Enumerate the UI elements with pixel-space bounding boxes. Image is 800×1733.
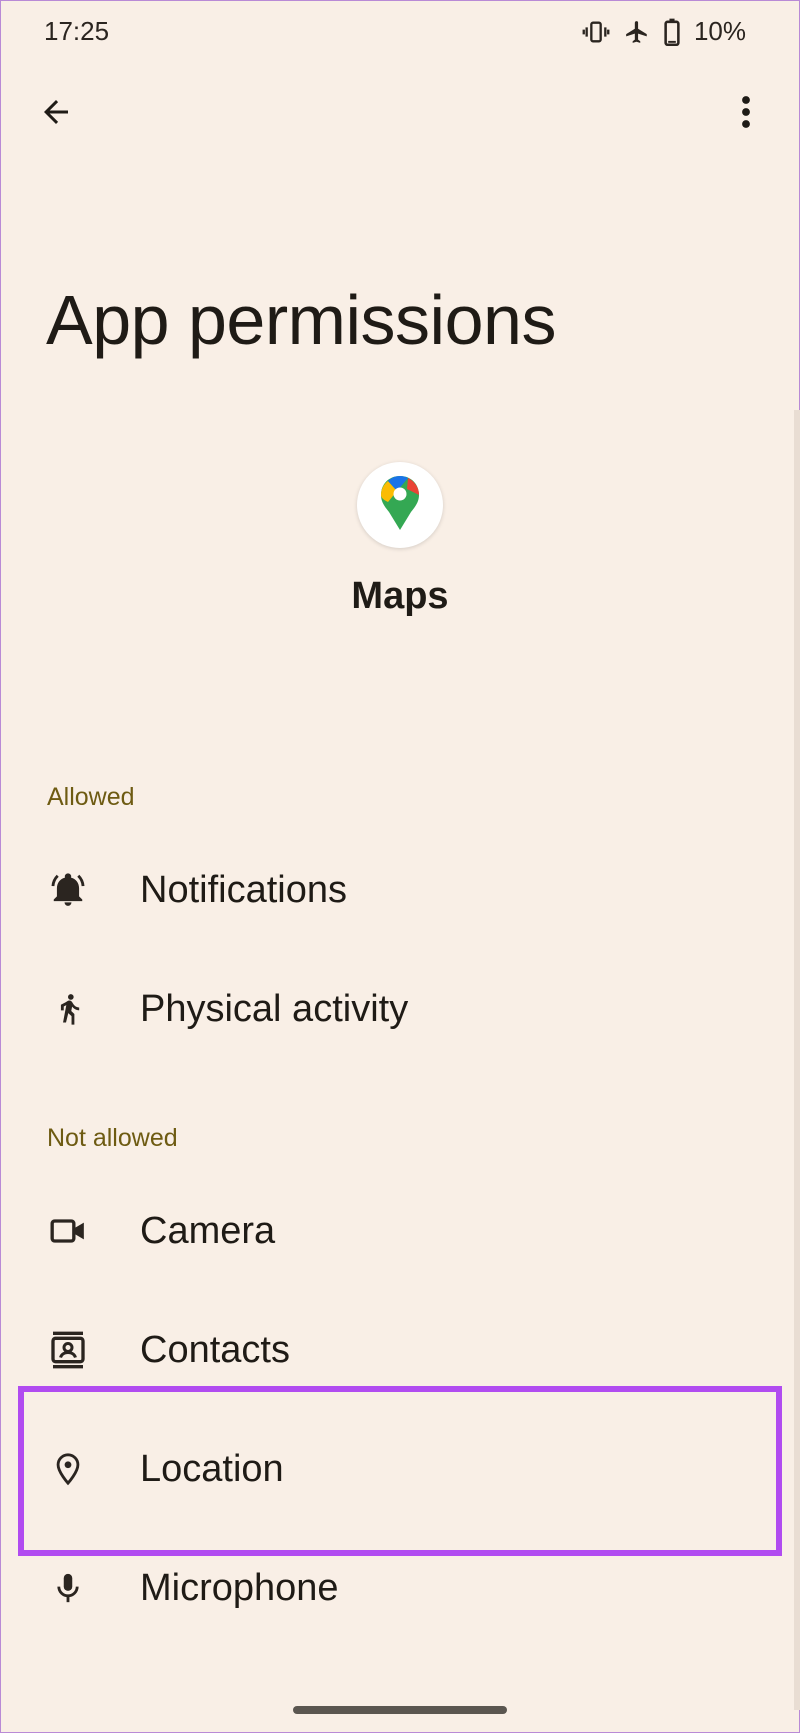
section-label-allowed: Allowed: [47, 783, 135, 811]
camera-icon: [48, 1211, 88, 1251]
more-options-button[interactable]: [720, 88, 772, 140]
google-maps-pin-icon: [377, 474, 423, 537]
permission-item-camera[interactable]: Camera: [0, 1172, 800, 1290]
section-label-not-allowed: Not allowed: [47, 1124, 178, 1152]
permission-label: Contacts: [140, 1328, 290, 1371]
status-time: 17:25: [44, 16, 110, 46]
walking-icon: [48, 989, 88, 1029]
permission-label: Notifications: [140, 868, 347, 911]
arrow-left-icon: [38, 94, 74, 135]
permission-item-notifications[interactable]: Notifications: [0, 831, 800, 949]
bell-icon: [48, 870, 88, 910]
status-icons: 10%: [582, 16, 746, 47]
permission-label: Microphone: [140, 1566, 339, 1609]
permission-label: Camera: [140, 1209, 276, 1252]
app-name: Maps: [351, 575, 449, 617]
more-vert-icon: [740, 94, 752, 135]
battery-percent: 10%: [693, 16, 746, 46]
page-title: App permissions: [46, 281, 556, 359]
airplane-icon: [624, 19, 650, 45]
permission-label: Physical activity: [140, 987, 409, 1030]
permission-item-physical-activity[interactable]: Physical activity: [0, 950, 800, 1068]
app-icon: [357, 462, 443, 548]
battery-icon: [664, 18, 680, 46]
gesture-nav-handle[interactable]: [293, 1706, 507, 1714]
back-button[interactable]: [30, 88, 82, 140]
vibrate-icon: [582, 18, 610, 46]
highlight-box: [18, 1386, 782, 1556]
status-bar: 17:25 10%: [0, 0, 800, 62]
microphone-icon: [48, 1568, 88, 1608]
contacts-icon: [48, 1330, 88, 1370]
